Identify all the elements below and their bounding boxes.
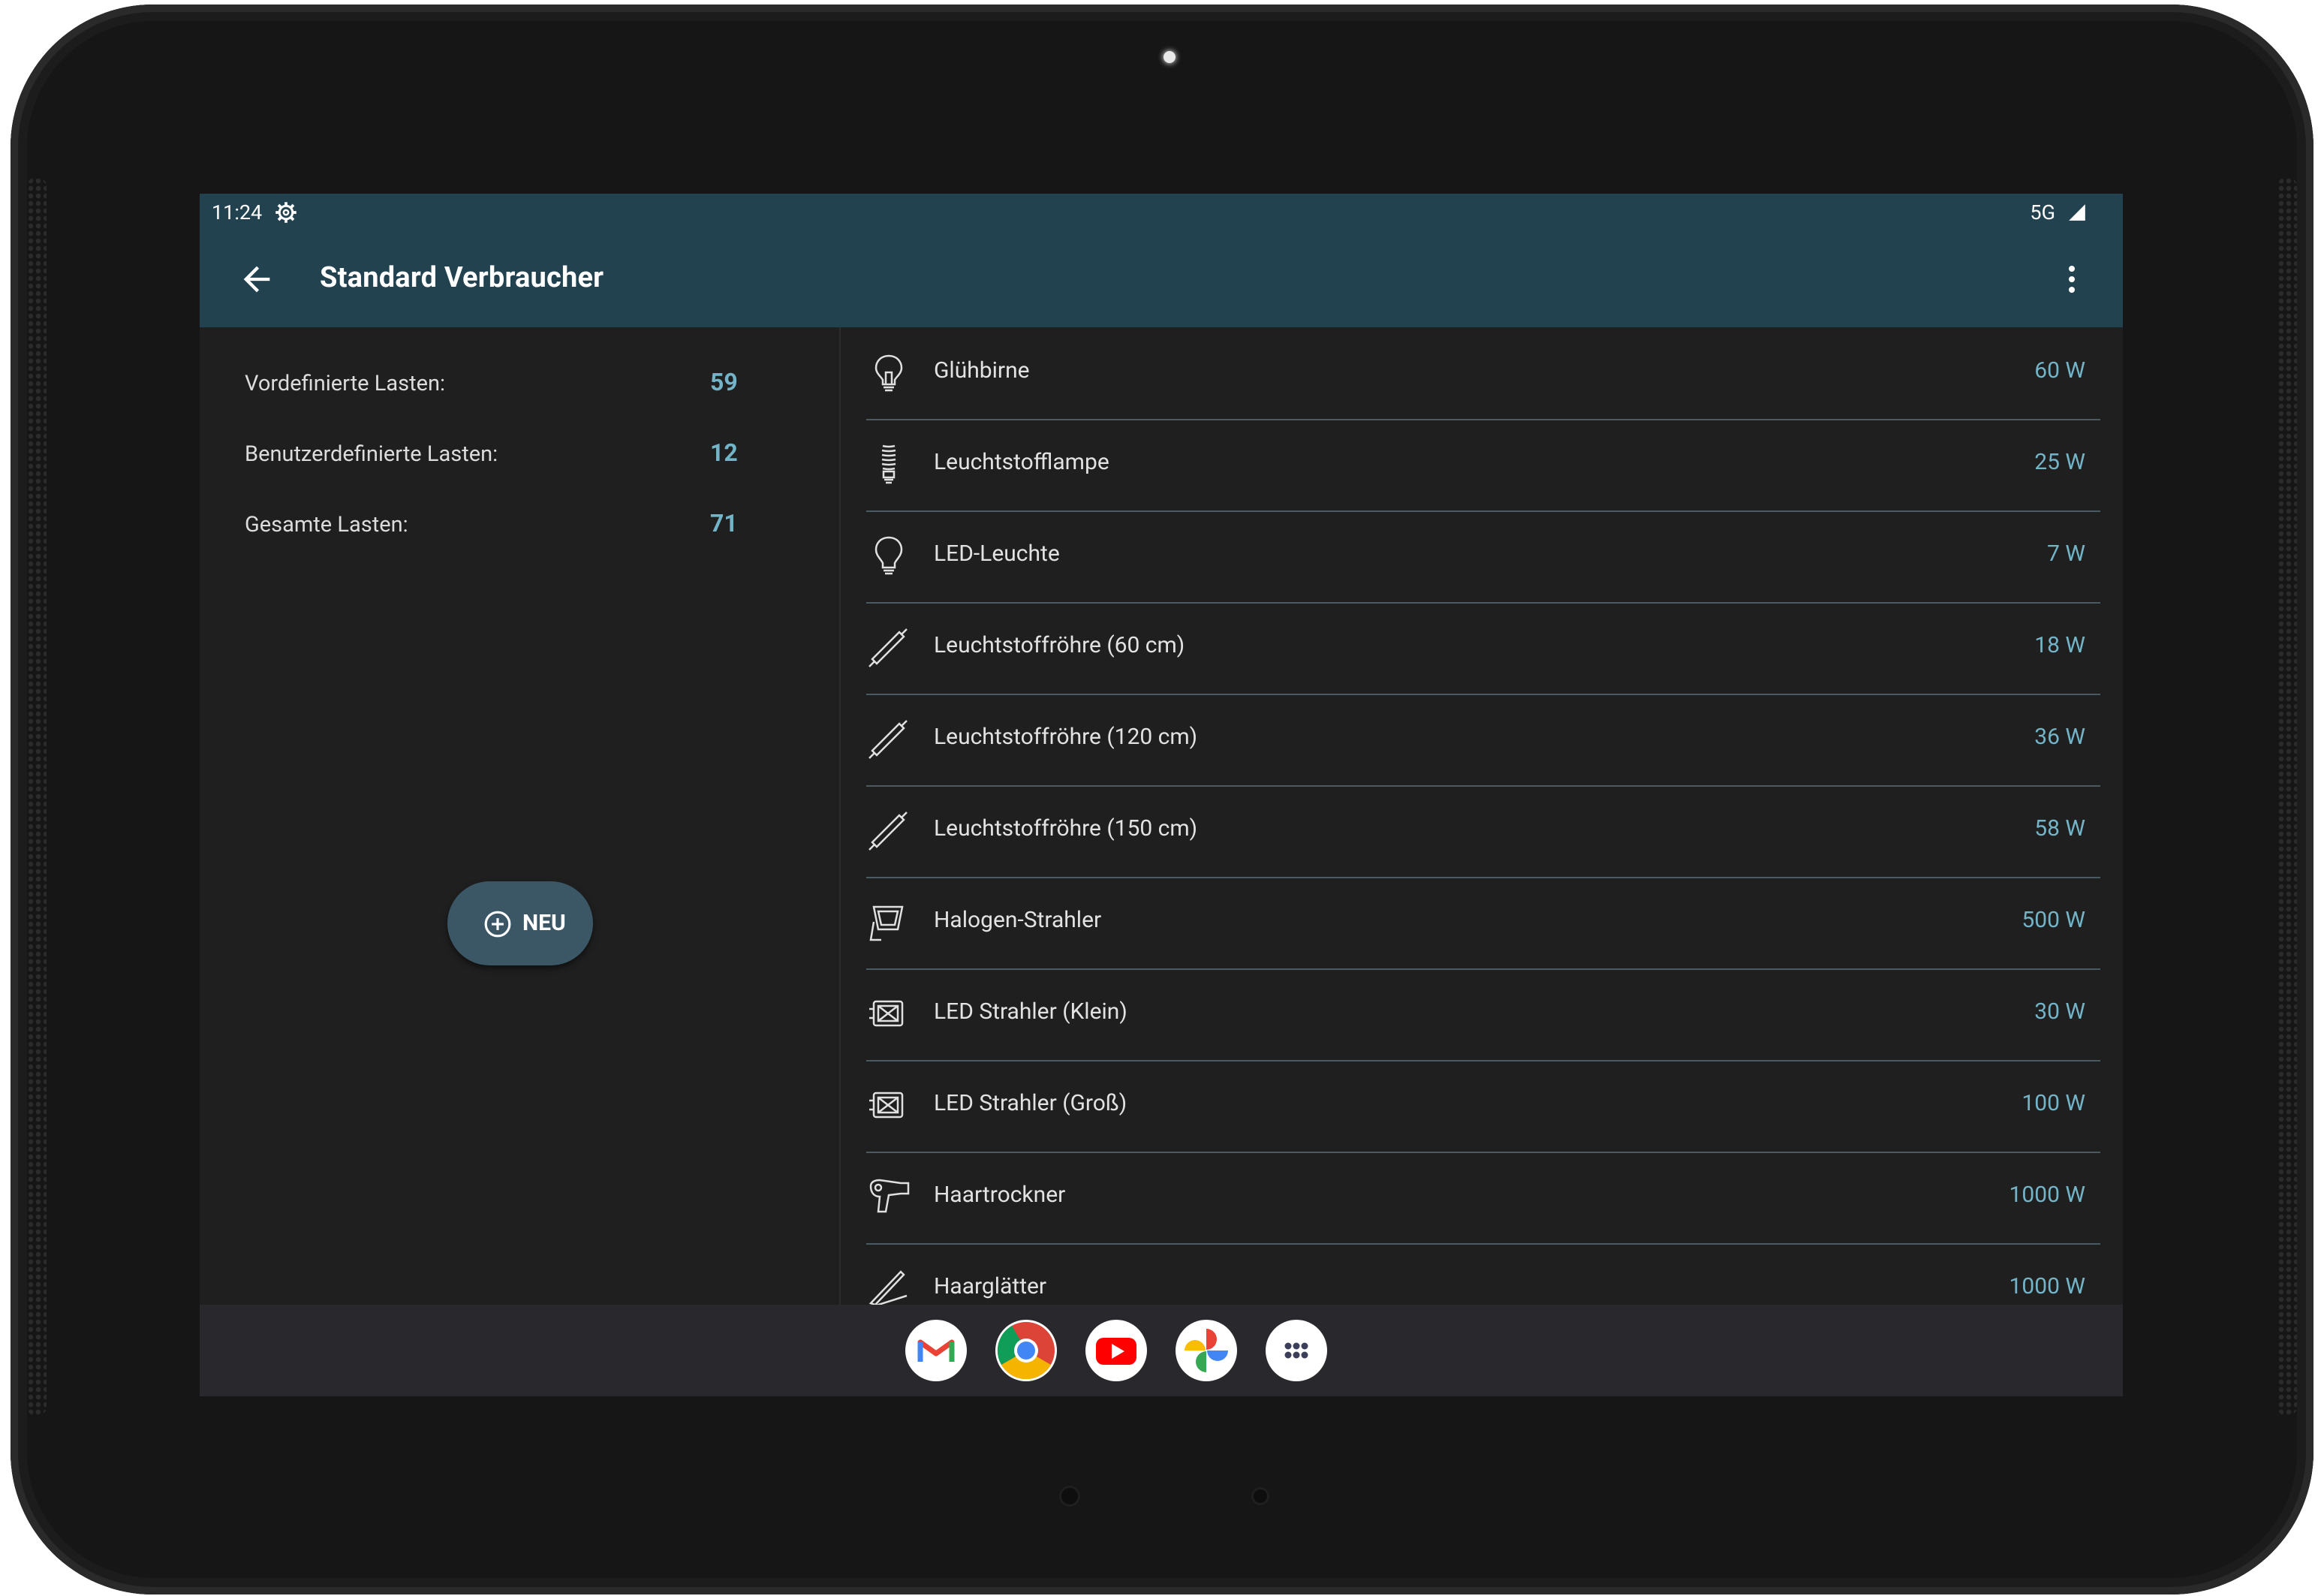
list-item-haartrockner[interactable]: Haartrockner 1000 W (866, 1152, 2100, 1245)
youtube-icon[interactable] (1085, 1320, 1147, 1381)
right-speaker-grille (2277, 177, 2297, 1416)
stat-custom-loads: Benutzerdefinierte Lasten: 12 (245, 435, 800, 473)
left-speaker-grille (27, 177, 47, 1416)
summary-panel: Vordefinierte Lasten: 59 Benutzerdefinie… (200, 327, 841, 1305)
stat-label: Gesamte Lasten: (245, 512, 408, 538)
stat-total-loads: Gesamte Lasten: 71 (245, 506, 800, 544)
halogen-spotlight-icon (866, 899, 911, 944)
new-button-label: NEU (522, 910, 566, 936)
overflow-menu-icon[interactable] (2054, 261, 2090, 297)
network-type: 5G (2030, 200, 2055, 224)
app-drawer-icon[interactable] (1266, 1320, 1327, 1381)
list-item-led-leuchte[interactable]: LED-Leuchte 7 W (866, 510, 2100, 604)
hair-dryer-icon (866, 1174, 911, 1219)
stat-value: 59 (710, 368, 738, 396)
tube-light-icon (866, 625, 911, 670)
load-name: Leuchtstoffröhre (150 cm) (934, 815, 1198, 842)
cfl-bulb-icon (866, 441, 911, 486)
led-bulb-icon (866, 533, 911, 578)
stat-value: 12 (710, 438, 738, 467)
load-wattage: 500 W (2021, 907, 2085, 933)
stat-predefined-loads: Vordefinierte Lasten: 59 (245, 365, 800, 402)
light-bulb-icon (866, 350, 911, 395)
status-time: 11:24 (212, 200, 263, 224)
settings-gear-icon (275, 201, 297, 229)
load-name: LED Strahler (Klein) (934, 998, 1127, 1025)
load-wattage: 36 W (2034, 724, 2085, 750)
load-wattage: 1000 W (2009, 1273, 2086, 1299)
stat-value: 71 (710, 509, 738, 538)
load-wattage: 18 W (2034, 632, 2085, 658)
list-item-leuchtstoffroehre-150[interactable]: Leuchtstoffröhre (150 cm) 58 W (866, 785, 2100, 878)
load-name: Leuchtstoffröhre (120 cm) (934, 724, 1198, 750)
load-name: Glühbirne (934, 357, 1030, 384)
led-floodlight-icon (866, 1083, 911, 1128)
led-floodlight-icon (866, 991, 911, 1036)
bottom-sensor-right (1254, 1489, 1267, 1503)
load-wattage: 60 W (2034, 357, 2085, 384)
load-wattage: 1000 W (2009, 1182, 2086, 1208)
page-title: Standard Verbraucher (320, 261, 604, 294)
load-name: Halogen-Strahler (934, 907, 1102, 933)
stat-label: Benutzerdefinierte Lasten: (245, 441, 498, 467)
taskbar (200, 1305, 2123, 1396)
list-item-leuchtstofflampe[interactable]: Leuchtstofflampe 25 W (866, 419, 2100, 512)
bottom-sensor-left (1061, 1488, 1078, 1504)
load-wattage: 58 W (2034, 815, 2085, 842)
load-wattage: 30 W (2034, 998, 2085, 1025)
new-load-button[interactable]: NEU (447, 881, 593, 965)
load-wattage: 7 W (2047, 541, 2085, 567)
stat-label: Vordefinierte Lasten: (245, 371, 446, 396)
hair-straightener-icon (866, 1266, 911, 1305)
front-camera (1164, 51, 1176, 63)
app-bar: Standard Verbraucher (200, 231, 2123, 327)
signal-strength-icon (2067, 203, 2087, 227)
tablet-screen: 11:24 5G Standard Verbraucher Vordefinie… (200, 194, 2123, 1396)
list-item-haarglaetter[interactable]: Haarglätter 1000 W (866, 1243, 2100, 1305)
list-item-halogen-strahler[interactable]: Halogen-Strahler 500 W (866, 877, 2100, 970)
list-item-leuchtstoffroehre-60[interactable]: Leuchtstoffröhre (60 cm) 18 W (866, 602, 2100, 695)
load-wattage: 100 W (2021, 1090, 2085, 1116)
back-arrow-icon[interactable] (237, 260, 276, 299)
list-item-gluehbirne[interactable]: Glühbirne 60 W (866, 327, 2100, 420)
load-wattage: 25 W (2034, 449, 2085, 475)
gmail-icon[interactable] (905, 1320, 967, 1381)
list-item-led-strahler-gross[interactable]: LED Strahler (Groß) 100 W (866, 1060, 2100, 1153)
list-item-leuchtstoffroehre-120[interactable]: Leuchtstoffröhre (120 cm) 36 W (866, 694, 2100, 787)
chrome-icon[interactable] (995, 1320, 1057, 1381)
add-circle-icon (483, 910, 512, 938)
load-list: Glühbirne 60 W Leuchtstofflampe 25 W LED… (866, 327, 2100, 1305)
list-item-led-strahler-klein[interactable]: LED Strahler (Klein) 30 W (866, 968, 2100, 1061)
status-bar: 11:24 5G (200, 194, 2123, 231)
load-name: Leuchtstoffröhre (60 cm) (934, 632, 1185, 658)
load-name: Haarglätter (934, 1273, 1047, 1299)
load-name: LED-Leuchte (934, 541, 1060, 567)
tube-light-icon (866, 808, 911, 853)
load-name: LED Strahler (Groß) (934, 1090, 1127, 1116)
tube-light-icon (866, 716, 911, 761)
load-name: Leuchtstofflampe (934, 449, 1109, 475)
load-name: Haartrockner (934, 1182, 1066, 1208)
photos-icon[interactable] (1176, 1320, 1237, 1381)
